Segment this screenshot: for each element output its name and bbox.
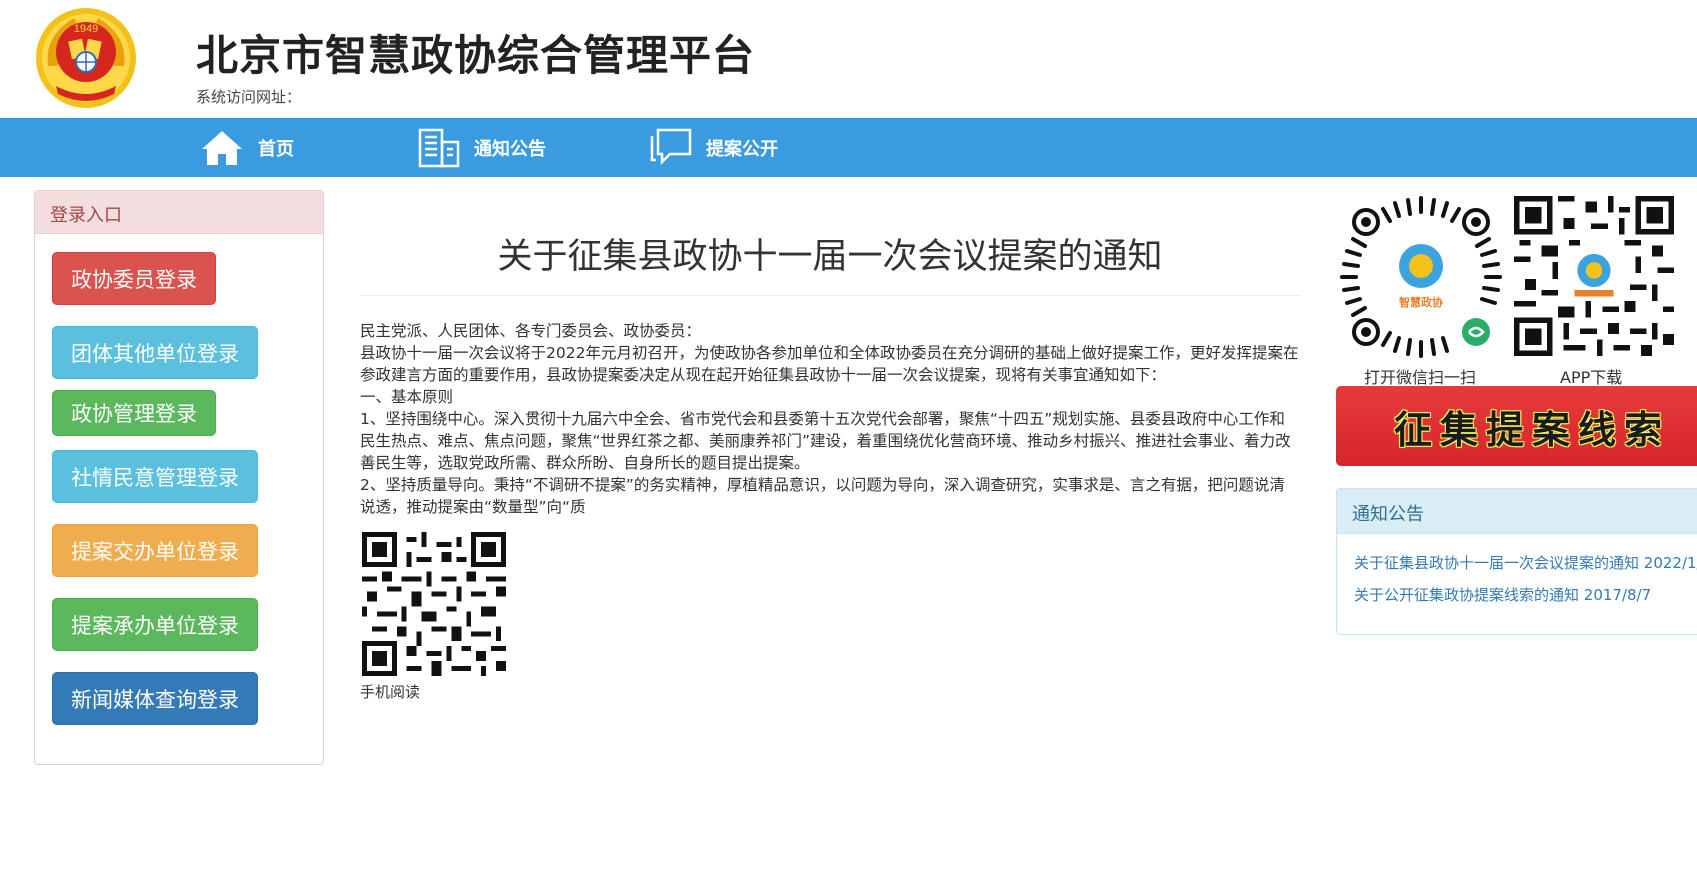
app-qr-label: APP下载 (1560, 368, 1623, 387)
app-download-qr-code (1514, 196, 1674, 356)
login-panel: 登录入口 政协委员登录 团体其他单位登录 政协管理登录 社情民意管理登录 提案交… (34, 190, 324, 765)
nav-proposals-label: 提案公开 (706, 138, 778, 160)
notice-panel: 通知公告 关于征集县政协十一届一次会议提案的通知 2022/1/ 关于公开征集政… (1336, 488, 1697, 635)
notice-panel-heading: 通知公告 (1337, 489, 1697, 534)
notice-link[interactable]: 关于征集县政协十一届一次会议提案的通知 2022/1/ (1354, 552, 1697, 573)
article-paragraph: 民主党派、人民团体、各专门委员会、政协委员： (360, 322, 702, 340)
media-query-login-button[interactable]: 新闻媒体查询登录 (52, 672, 258, 725)
wechat-qr-label: 打开微信扫一扫 (1364, 368, 1477, 387)
cppcc-admin-login-button[interactable]: 政协管理登录 (52, 390, 216, 436)
nav-home[interactable]: 首页 (200, 118, 294, 177)
home-icon (202, 130, 242, 165)
nav-notices[interactable]: 通知公告 (418, 118, 546, 177)
login-panel-heading: 登录入口 (35, 191, 323, 234)
qr-logo-text: 智慧政协 (1399, 295, 1443, 309)
group-unit-login-button[interactable]: 团体其他单位登录 (52, 326, 258, 379)
proposal-assign-login-button[interactable]: 提案交办单位登录 (52, 524, 258, 577)
proposal-handle-login-button[interactable]: 提案承办单位登录 (52, 598, 258, 651)
site-url-label: 系统访问网址： (196, 88, 302, 106)
article-divider (360, 295, 1300, 296)
wechat-mini-program-code: 智慧政协 (1338, 194, 1504, 360)
building-icon (418, 128, 460, 167)
page-header: 1949 北京市智慧政协综合管理平台 系统访问网址： (0, 0, 1697, 118)
article-paragraph: 县政协十一届一次会议将于2022年元月初召开，为使政协各参加单位和全体政协委员在… (360, 344, 1299, 384)
notice-link[interactable]: 关于公开征集政协提案线索的通知 2017/8/7 (1354, 584, 1651, 605)
svg-text:1949: 1949 (74, 23, 98, 35)
article-qr-code (362, 532, 506, 676)
banner-text: 征集提案线索 (1394, 406, 1671, 452)
cppcc-emblem-logo: 1949 (36, 8, 136, 108)
site-title: 北京市智慧政协综合管理平台 (196, 31, 756, 80)
main-navbar: 首页 通知公告 提案公开 (0, 118, 1697, 177)
collect-proposal-clues-banner[interactable]: 征集提案线索 (1336, 386, 1697, 466)
nav-notices-label: 通知公告 (474, 138, 546, 160)
nav-home-label: 首页 (258, 138, 294, 160)
article-paragraph: 1、坚持围绕中心。深入贯彻十九届六中全会、省市党代会和县委第十五次党代会部署，聚… (360, 410, 1291, 472)
chat-icon (650, 128, 692, 165)
article-body: 民主党派、人民团体、各专门委员会、政协委员： 县政协十一届一次会议将于2022年… (360, 320, 1300, 518)
article-paragraph: 2、坚持质量导向。秉持“不调研不提案”的务实精神，厚植精品意识，以问题为导向，深… (360, 476, 1285, 516)
public-opinion-login-button[interactable]: 社情民意管理登录 (52, 450, 258, 503)
member-login-button[interactable]: 政协委员登录 (52, 252, 216, 305)
nav-proposals[interactable]: 提案公开 (650, 118, 778, 177)
qr-caption: 手机阅读 (360, 683, 421, 701)
article-title: 关于征集县政协十一届一次会议提案的通知 (497, 237, 1163, 277)
article-paragraph: 一、基本原则 (360, 388, 454, 406)
